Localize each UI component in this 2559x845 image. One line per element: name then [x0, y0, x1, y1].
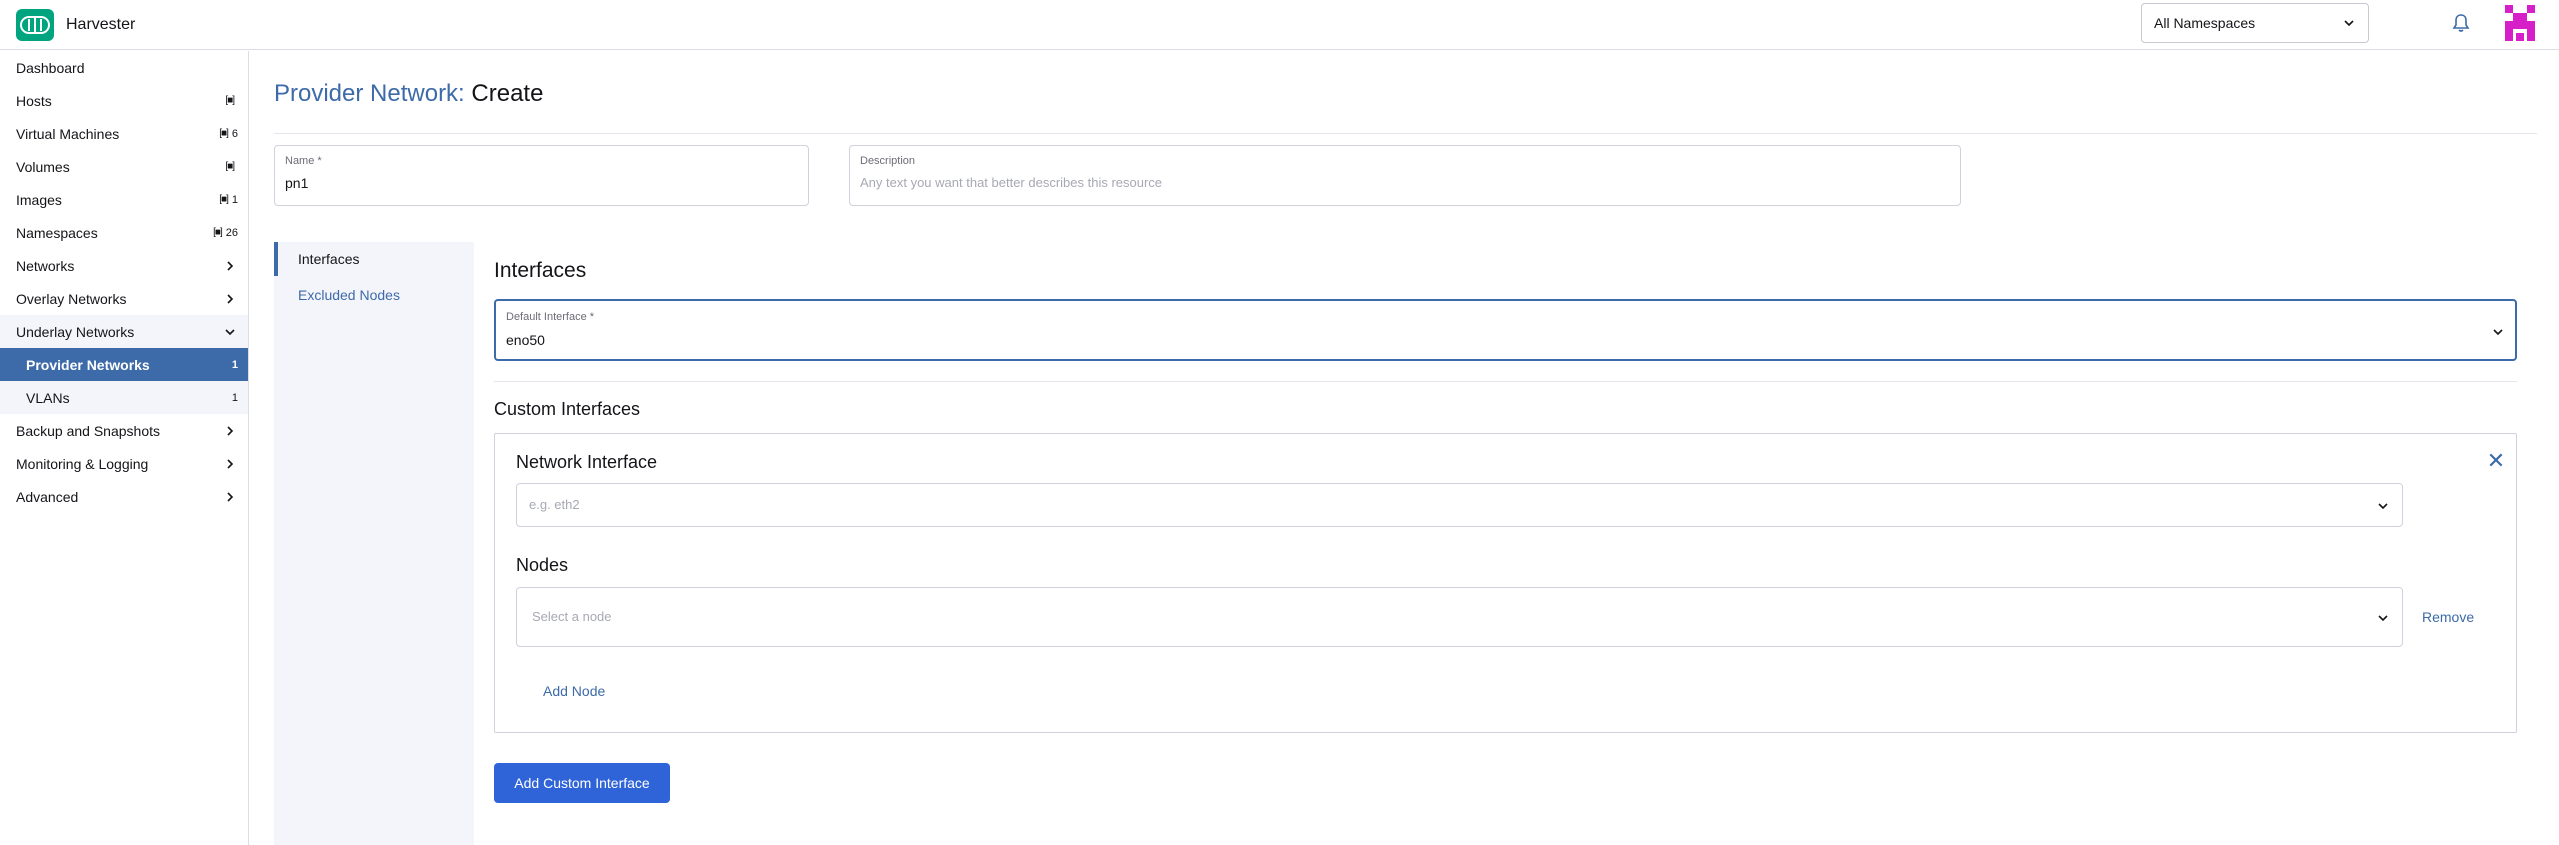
- name-field[interactable]: Name * pn1: [274, 145, 809, 206]
- sidebar-item-label: Hosts: [16, 92, 52, 109]
- chevron-down-icon: [224, 325, 236, 341]
- chevron-right-icon: [224, 457, 236, 473]
- namespaced-icon: [■]: [213, 227, 223, 238]
- chevron-right-icon: [224, 424, 236, 440]
- add-node-button[interactable]: Add Node: [543, 683, 605, 699]
- namespaced-icon: [■]: [219, 194, 229, 205]
- count-value: 1: [231, 391, 238, 404]
- sidebar-item-count: 1: [232, 392, 238, 404]
- description-label: Description: [860, 155, 916, 167]
- namespaced-icon: [■]: [219, 128, 229, 139]
- namespace-select[interactable]: All Namespaces: [2141, 3, 2369, 43]
- sidebar-item-advanced[interactable]: Advanced: [0, 480, 248, 513]
- sidebar-item-count: [■] 26: [213, 227, 238, 239]
- bell-icon[interactable]: [2449, 11, 2473, 35]
- sidebar-item-label: Virtual Machines: [16, 125, 120, 142]
- close-icon[interactable]: ✕: [2486, 450, 2506, 472]
- sidebar-item-images[interactable]: Images [■] 1: [0, 183, 248, 216]
- page-title: Provider Network: Create: [274, 80, 543, 108]
- tab-label: Interfaces: [298, 251, 360, 267]
- sidebar-item-namespaces[interactable]: Namespaces [■] 26: [0, 216, 248, 249]
- sidebar-item-underlay-networks[interactable]: Underlay Networks: [0, 315, 248, 348]
- breadcrumb[interactable]: Provider Network:: [274, 80, 465, 107]
- sidebar-item-label: Volumes: [16, 158, 70, 175]
- sidebar-item-label: Dashboard: [16, 59, 85, 76]
- default-interface-value: eno50: [506, 332, 545, 348]
- add-custom-interface-button[interactable]: Add Custom Interface: [494, 763, 670, 803]
- sidebar-item-provider-networks[interactable]: Provider Networks 1: [0, 348, 248, 381]
- app-name: Harvester: [66, 16, 136, 33]
- chevron-right-icon: [224, 292, 236, 308]
- sidebar-item-label: VLANs: [26, 389, 70, 406]
- sidebar-item-count: [■]: [225, 161, 238, 172]
- sidebar-item-backup-and-snapshots[interactable]: Backup and Snapshots: [0, 414, 248, 447]
- sidebar-item-count: [■]: [225, 95, 238, 106]
- avatar[interactable]: [2501, 3, 2539, 43]
- sidebar-item-virtual-machines[interactable]: Virtual Machines [■] 6: [0, 117, 248, 150]
- sidebar-item-label: Monitoring & Logging: [16, 455, 149, 472]
- namespaced-icon: [■]: [225, 95, 235, 106]
- custom-interfaces-heading: Custom Interfaces: [494, 399, 641, 419]
- nodes-heading: Nodes: [516, 555, 569, 575]
- network-interface-heading: Network Interface: [516, 452, 658, 472]
- count-value: 1: [231, 193, 238, 206]
- sidebar-item-label: Images: [16, 191, 62, 208]
- namespace-select-value: All Namespaces: [2154, 15, 2256, 31]
- chevron-right-icon: [224, 259, 236, 275]
- sidebar: Dashboard Hosts [■] Virtual Machines [■]…: [0, 51, 249, 845]
- node-placeholder: Select a node: [532, 609, 612, 624]
- namespaced-icon: [■]: [225, 161, 235, 172]
- sidebar-item-networks[interactable]: Networks: [0, 249, 248, 282]
- network-interface-select[interactable]: e.g. eth2: [516, 483, 2403, 527]
- sidebar-item-label: Backup and Snapshots: [16, 422, 160, 439]
- side-tabs: Interfaces Excluded Nodes: [274, 242, 474, 845]
- divider: [274, 133, 2537, 134]
- sidebar-item-count: 1: [232, 359, 238, 371]
- tab-excluded-nodes[interactable]: Excluded Nodes: [274, 278, 474, 312]
- sidebar-item-label: Overlay Networks: [16, 290, 127, 307]
- chevron-down-icon: [2342, 16, 2356, 33]
- tab-interfaces[interactable]: Interfaces: [274, 242, 474, 276]
- divider: [494, 381, 2517, 382]
- chevron-right-icon: [224, 490, 236, 506]
- chevron-down-icon: [2491, 325, 2505, 342]
- count-value: 26: [225, 226, 238, 239]
- default-interface-select[interactable]: Default Interface * eno50: [494, 299, 2517, 361]
- custom-interface-card: [494, 433, 2517, 733]
- description-placeholder: Any text you want that better describes …: [860, 175, 1163, 190]
- top-header: Harvester All Namespaces: [0, 0, 2559, 50]
- sidebar-item-label: Underlay Networks: [16, 323, 135, 340]
- sidebar-item-count: [■] 1: [219, 194, 238, 206]
- sidebar-item-label: Advanced: [16, 488, 79, 505]
- sidebar-item-volumes[interactable]: Volumes [■]: [0, 150, 248, 183]
- sidebar-item-label: Networks: [16, 257, 75, 274]
- sidebar-item-vlans[interactable]: VLANs 1: [0, 381, 248, 414]
- sidebar-item-monitoring-logging[interactable]: Monitoring & Logging: [0, 447, 248, 480]
- name-label: Name *: [285, 155, 322, 167]
- interfaces-heading: Interfaces: [494, 259, 587, 282]
- sidebar-item-count: [■] 6: [219, 128, 238, 140]
- name-value: pn1: [285, 175, 309, 191]
- chevron-down-icon: [2376, 611, 2390, 628]
- count-value: 1: [231, 358, 238, 371]
- remove-node-button[interactable]: Remove: [2422, 609, 2474, 625]
- sidebar-item-label: Namespaces: [16, 224, 98, 241]
- default-interface-label: Default Interface *: [506, 311, 595, 323]
- count-value: 6: [231, 127, 238, 140]
- chevron-down-icon: [2376, 499, 2390, 516]
- page-action: Create: [471, 80, 544, 107]
- brand[interactable]: Harvester: [16, 9, 135, 41]
- sidebar-item-dashboard[interactable]: Dashboard: [0, 51, 248, 84]
- network-interface-placeholder: e.g. eth2: [529, 497, 580, 512]
- tab-label: Excluded Nodes: [298, 287, 400, 303]
- sidebar-item-hosts[interactable]: Hosts [■]: [0, 84, 248, 117]
- sidebar-item-overlay-networks[interactable]: Overlay Networks: [0, 282, 248, 315]
- node-select[interactable]: Select a node: [516, 587, 2403, 647]
- description-field[interactable]: Description Any text you want that bette…: [849, 145, 1961, 206]
- sidebar-item-label: Provider Networks: [26, 356, 150, 373]
- harvester-logo-icon: [16, 9, 54, 41]
